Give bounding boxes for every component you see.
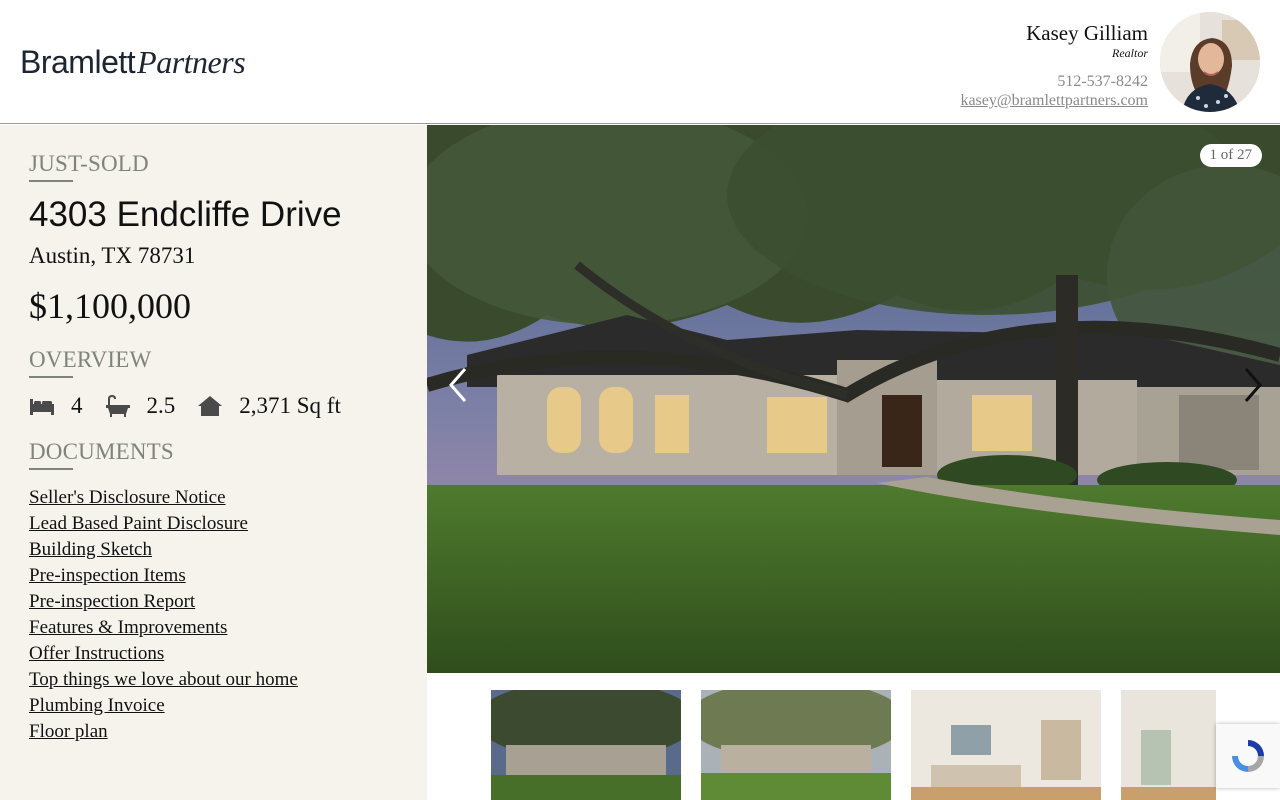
agent-portrait-image bbox=[1160, 12, 1260, 112]
document-item: Lead Based Paint Disclosure bbox=[29, 511, 298, 537]
property-price: $1,100,000 bbox=[29, 286, 191, 326]
bath-icon bbox=[105, 395, 130, 417]
overview-heading: OVERVIEW bbox=[29, 347, 152, 378]
status-badge: JUST-SOLD bbox=[29, 151, 149, 182]
agent-contact: Kasey Gilliam Realtor 512-537-8242 kasey… bbox=[960, 20, 1148, 110]
document-item: Floor plan bbox=[29, 719, 298, 745]
document-link-top-things[interactable]: Top things we love about our home bbox=[29, 669, 298, 690]
document-item: Features & Improvements bbox=[29, 615, 298, 641]
property-stats: 4 2.5 2,371 Sq ft bbox=[29, 393, 363, 419]
property-city: Austin, TX 78731 bbox=[29, 243, 196, 268]
main-house-photo bbox=[427, 125, 1280, 673]
photo-gallery[interactable]: 1 of 27 bbox=[427, 125, 1280, 673]
documents-heading: DOCUMENTS bbox=[29, 439, 174, 470]
brand-logo[interactable]: BramlettPartners bbox=[20, 44, 246, 81]
agent-name: Kasey Gilliam bbox=[1026, 21, 1148, 45]
site-header: BramlettPartners Kasey Gilliam Realtor 5… bbox=[0, 0, 1280, 124]
agent-email-link[interactable]: kasey@bramlettpartners.com bbox=[960, 92, 1148, 110]
document-item: Pre-inspection Report bbox=[29, 589, 298, 615]
document-link-building-sketch[interactable]: Building Sketch bbox=[29, 539, 152, 560]
thumbnail-photo[interactable] bbox=[491, 690, 681, 800]
agent-avatar bbox=[1160, 12, 1260, 112]
recaptcha-badge[interactable] bbox=[1216, 724, 1280, 788]
document-item: Building Sketch bbox=[29, 537, 298, 563]
logo-text-bramlett: Bramlett bbox=[20, 44, 136, 80]
bed-icon bbox=[30, 399, 54, 415]
recaptcha-icon bbox=[1232, 740, 1264, 772]
bedrooms-count: 4 bbox=[71, 393, 83, 418]
thumbnail-strip bbox=[491, 690, 1216, 800]
document-link-floor-plan[interactable]: Floor plan bbox=[29, 721, 108, 742]
document-link-features[interactable]: Features & Improvements bbox=[29, 617, 227, 638]
document-link-sellers-disclosure[interactable]: Seller's Disclosure Notice bbox=[29, 487, 226, 508]
thumbnail-photo[interactable] bbox=[911, 690, 1101, 800]
thumbnail-photo[interactable] bbox=[701, 690, 891, 800]
square-footage: 2,371 Sq ft bbox=[239, 393, 341, 418]
documents-list: Seller's Disclosure Notice Lead Based Pa… bbox=[29, 485, 298, 745]
document-link-lead-paint[interactable]: Lead Based Paint Disclosure bbox=[29, 513, 248, 534]
document-item: Plumbing Invoice bbox=[29, 693, 298, 719]
logo-text-partners: Partners bbox=[137, 44, 246, 80]
bathrooms-count: 2.5 bbox=[146, 393, 176, 418]
listing-sidebar: JUST-SOLD 4303 Endcliffe Drive Austin, T… bbox=[0, 125, 427, 800]
agent-role: Realtor bbox=[1112, 46, 1148, 60]
document-link-preinspection-report[interactable]: Pre-inspection Report bbox=[29, 591, 195, 612]
document-item: Offer Instructions bbox=[29, 641, 298, 667]
next-photo-arrow-icon[interactable] bbox=[1240, 365, 1266, 405]
document-link-offer-instructions[interactable]: Offer Instructions bbox=[29, 643, 164, 664]
photo-counter: 1 of 27 bbox=[1199, 144, 1262, 167]
document-item: Top things we love about our home bbox=[29, 667, 298, 693]
document-item: Seller's Disclosure Notice bbox=[29, 485, 298, 511]
document-link-preinspection-items[interactable]: Pre-inspection Items bbox=[29, 565, 186, 586]
home-icon bbox=[198, 396, 223, 416]
property-address: 4303 Endcliffe Drive bbox=[29, 195, 342, 234]
thumbnail-photo[interactable] bbox=[1121, 690, 1216, 800]
document-link-plumbing-invoice[interactable]: Plumbing Invoice bbox=[29, 695, 165, 716]
previous-photo-arrow-icon[interactable] bbox=[445, 365, 471, 405]
document-item: Pre-inspection Items bbox=[29, 563, 298, 589]
agent-phone-link[interactable]: 512-537-8242 bbox=[960, 72, 1148, 92]
